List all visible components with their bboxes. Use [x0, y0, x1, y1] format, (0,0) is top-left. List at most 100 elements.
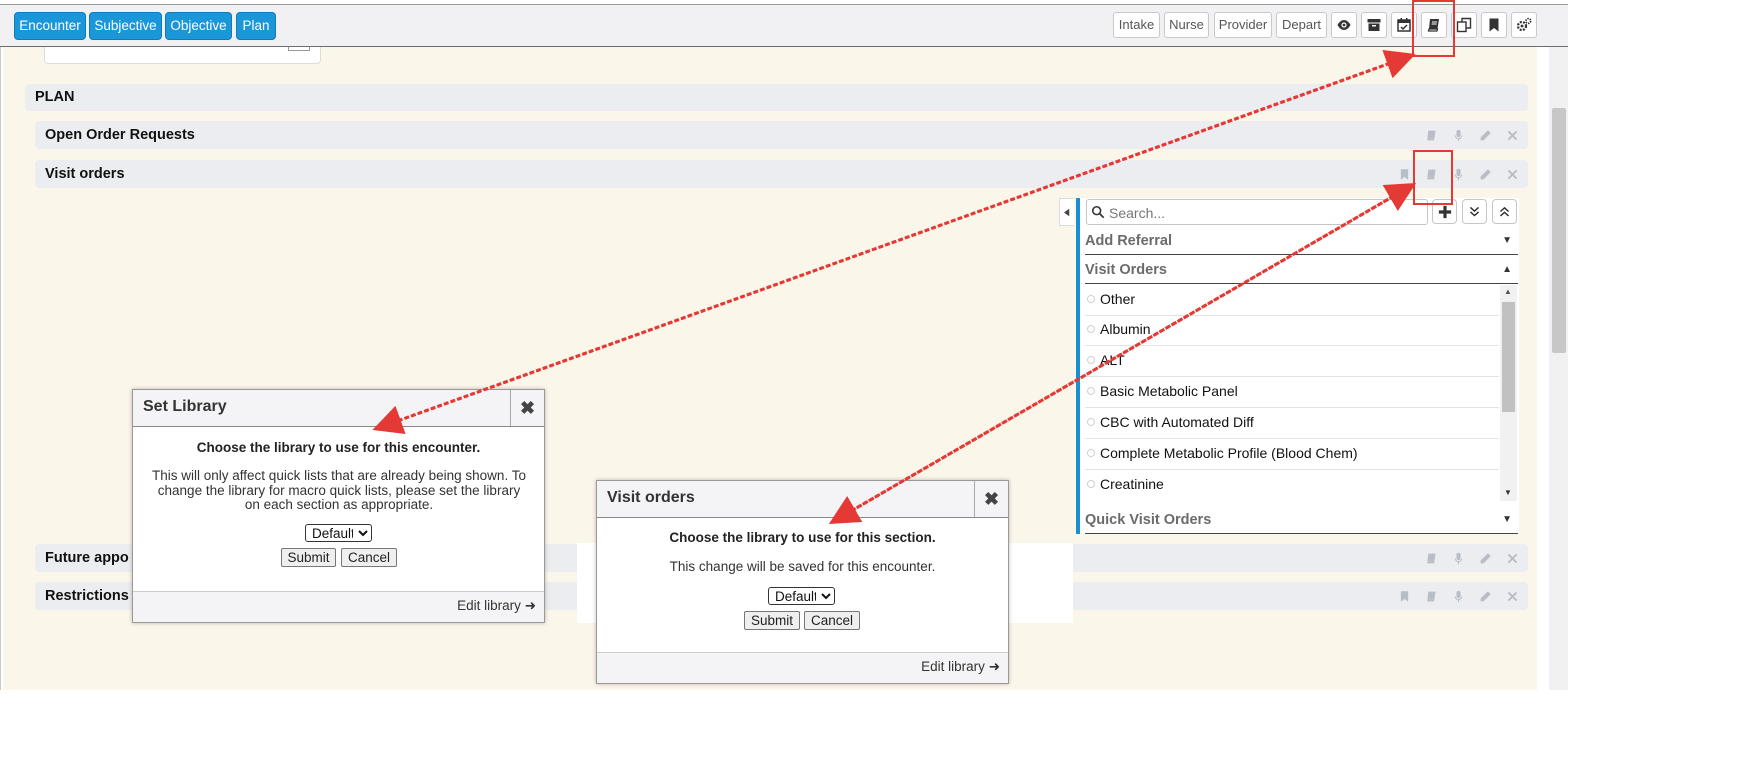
pencil-icon[interactable]: [1472, 589, 1499, 603]
group-title: Quick Visit Orders: [1085, 512, 1212, 528]
microphone-icon[interactable]: [1445, 128, 1472, 142]
plan-button[interactable]: Plan: [236, 12, 276, 40]
section-title: Restrictions: [45, 588, 129, 604]
search-input[interactable]: [1107, 203, 1421, 223]
page-scrollbar-thumb[interactable]: [1552, 108, 1566, 353]
radio-icon[interactable]: [1087, 387, 1095, 395]
close-icon[interactable]: [1499, 128, 1526, 142]
radio-icon[interactable]: [1087, 325, 1095, 333]
gears-icon[interactable]: [1511, 12, 1537, 38]
caret-down-icon: ▼: [1502, 235, 1512, 246]
list-item[interactable]: Albumin: [1085, 315, 1499, 346]
section-visit-orders[interactable]: Visit orders: [35, 160, 1528, 188]
expand-all-button[interactable]: [1462, 199, 1487, 224]
list-item[interactable]: Creatinine: [1085, 470, 1499, 501]
collapse-panel-button[interactable]: [1059, 198, 1074, 226]
list-scrollbar-thumb[interactable]: [1502, 302, 1515, 412]
dialog-footer: Edit library ➜: [597, 652, 1008, 683]
intake-button[interactable]: Intake: [1113, 12, 1160, 38]
book-icon[interactable]: [1418, 128, 1445, 142]
caret-up-icon: ▲: [1502, 264, 1512, 275]
submit-button[interactable]: Submit: [281, 548, 336, 567]
microphone-icon[interactable]: [1445, 551, 1472, 565]
double-chevron-up-icon: [1499, 206, 1510, 217]
pencil-icon[interactable]: [1472, 167, 1499, 181]
close-icon[interactable]: [1499, 589, 1526, 603]
subjective-button[interactable]: Subjective: [89, 12, 162, 40]
library-select[interactable]: Default: [768, 587, 835, 605]
section-title: Future appo: [45, 550, 129, 566]
arrow-right-icon: ➜: [988, 659, 1000, 674]
group-title: Add Referral: [1085, 233, 1173, 249]
radio-icon[interactable]: [1087, 295, 1095, 303]
close-icon[interactable]: ✖: [974, 481, 1008, 517]
scroll-down-icon[interactable]: ▼: [1504, 488, 1512, 497]
set-library-dialog: Set Library ✖ Choose the library to use …: [132, 389, 545, 623]
dialog-heading: Choose the library to use for this secti…: [669, 530, 936, 545]
previous-field-box: [44, 47, 321, 64]
dialog-title: Set Library: [143, 398, 227, 415]
search-box[interactable]: [1086, 199, 1428, 225]
plus-icon: [1438, 205, 1451, 218]
radio-icon[interactable]: [1087, 480, 1095, 488]
pencil-icon[interactable]: [1472, 551, 1499, 565]
group-title: Visit Orders: [1085, 262, 1167, 278]
dialog-body: This change will be saved for this encou…: [669, 559, 936, 574]
search-icon: [1091, 205, 1105, 219]
scroll-up-icon[interactable]: ▲: [1504, 287, 1512, 296]
list-item[interactable]: Complete Metabolic Profile (Blood Chem): [1085, 439, 1499, 470]
dialog-heading: Choose the library to use for this encou…: [196, 440, 481, 455]
double-chevron-down-icon: [1469, 206, 1480, 217]
nurse-button[interactable]: Nurse: [1164, 12, 1209, 38]
dialog-header: Set Library ✖: [133, 390, 544, 427]
plan-title: PLAN: [35, 89, 75, 105]
close-icon[interactable]: [1499, 167, 1526, 181]
microphone-icon[interactable]: [1445, 589, 1472, 603]
encounter-button[interactable]: Encounter: [14, 12, 86, 40]
radio-icon[interactable]: [1087, 418, 1095, 426]
visit-orders-list: Other Albumin ALT Basic Metabolic Panel …: [1085, 285, 1518, 501]
collapse-all-button[interactable]: [1492, 199, 1517, 224]
previous-field-control: [288, 47, 310, 51]
close-icon[interactable]: [1499, 551, 1526, 565]
group-visit-orders[interactable]: Visit Orders ▲: [1085, 256, 1518, 284]
list-item[interactable]: CBC with Automated Diff: [1085, 408, 1499, 439]
book-icon[interactable]: [1418, 589, 1445, 603]
left-border: [0, 47, 1, 690]
highlight-box: [1412, 0, 1455, 57]
list-item[interactable]: ALT: [1085, 346, 1499, 377]
caret-left-icon: [1064, 208, 1070, 216]
radio-icon[interactable]: [1087, 449, 1095, 457]
bookmark-icon[interactable]: [1391, 589, 1418, 603]
submit-button[interactable]: Submit: [744, 611, 800, 630]
list-item[interactable]: Basic Metabolic Panel: [1085, 377, 1499, 408]
list-item[interactable]: Other: [1085, 285, 1499, 316]
pencil-icon[interactable]: [1472, 128, 1499, 142]
dialog-title: Visit orders: [607, 489, 695, 506]
dialog-footer: Edit library ➜: [133, 591, 544, 622]
cancel-button[interactable]: Cancel: [804, 611, 860, 630]
visit-orders-dialog: Visit orders ✖ Choose the library to use…: [596, 480, 1009, 684]
section-title: Visit orders: [45, 166, 125, 182]
archive-icon[interactable]: [1361, 12, 1387, 38]
group-quick-visit-orders[interactable]: Quick Visit Orders ▼: [1085, 506, 1518, 534]
arrow-right-icon: ➜: [524, 598, 536, 613]
dialog-header: Visit orders ✖: [597, 481, 1008, 518]
close-icon[interactable]: ✖: [510, 390, 544, 426]
group-add-referral[interactable]: Add Referral ▼: [1085, 227, 1518, 255]
objective-button[interactable]: Objective: [165, 12, 232, 40]
cancel-button[interactable]: Cancel: [341, 548, 397, 567]
library-select[interactable]: Default: [305, 524, 372, 542]
book-icon[interactable]: [1418, 551, 1445, 565]
depart-button[interactable]: Depart: [1276, 12, 1327, 38]
edit-library-link[interactable]: Edit library ➜: [921, 659, 1000, 675]
bookmark-icon[interactable]: [1481, 12, 1507, 38]
toolbar: Encounter Subjective Objective Plan Inta…: [0, 5, 1568, 47]
dialog-body: This will only affect quick lists that a…: [152, 468, 526, 512]
edit-library-link[interactable]: Edit library ➜: [457, 598, 536, 614]
radio-icon[interactable]: [1087, 356, 1095, 364]
section-title: Open Order Requests: [45, 127, 195, 143]
section-open-order-requests[interactable]: Open Order Requests: [35, 121, 1528, 149]
eye-icon[interactable]: [1331, 12, 1357, 38]
provider-button[interactable]: Provider: [1214, 12, 1272, 38]
